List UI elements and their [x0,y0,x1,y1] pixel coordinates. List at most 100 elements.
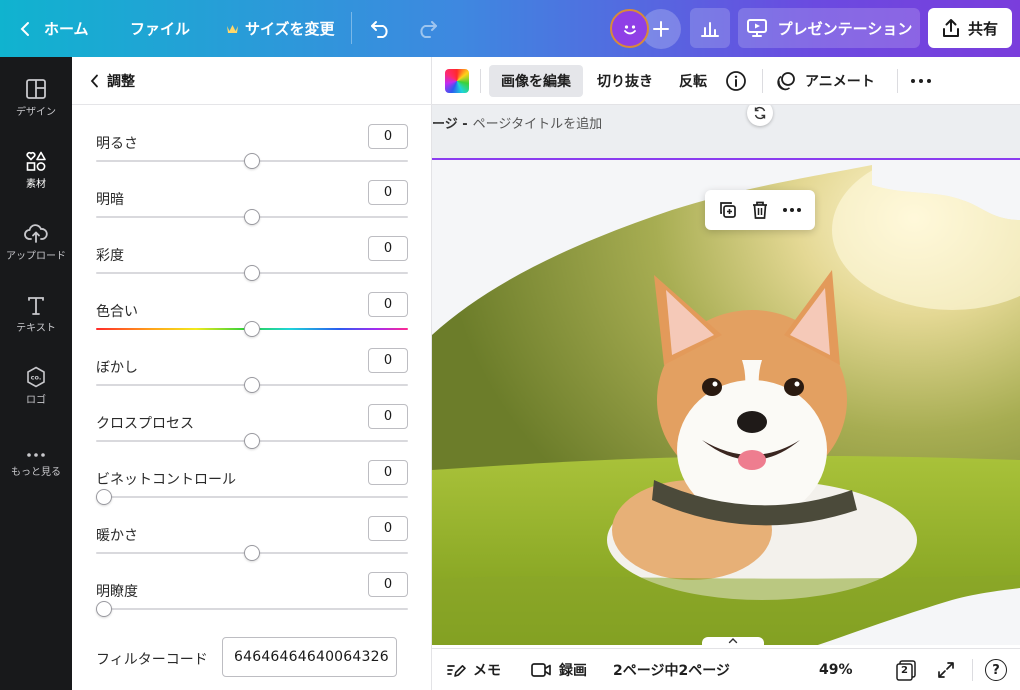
slider-thumb[interactable] [96,601,112,617]
slider-thumb[interactable] [244,209,260,225]
edit-image-button[interactable]: 画像を編集 [489,65,583,97]
adjust-label: 彩度 [96,248,124,264]
show-pages-tab[interactable] [702,637,764,647]
more-options-button[interactable] [910,65,932,97]
adjust-value-input[interactable]: 0 [368,516,408,541]
slider-thumb[interactable] [244,321,260,337]
divider [351,12,352,44]
notes-label: メモ [473,663,501,679]
present-label: プレゼンテーション [777,19,913,38]
info-icon [725,70,747,92]
element-context-menu [705,190,815,230]
rail-item-uploads[interactable]: アップロード [0,216,72,278]
design-page[interactable] [432,158,1020,645]
adjust-value-input[interactable]: 0 [368,180,408,205]
animate-button[interactable]: アニメート [776,65,875,97]
home-button[interactable]: ホーム [20,0,89,57]
slider-thumb[interactable] [244,377,260,393]
text-icon [26,288,46,316]
rail-item-more[interactable]: もっと見る [0,432,72,494]
corgi-photo[interactable] [432,160,1020,645]
divider [762,69,763,93]
pages-stack-icon: 2 [895,659,917,681]
adjust-clarity: 明瞭度 0 [96,572,408,637]
record-button[interactable]: 録画 [530,649,587,690]
page-grid-button[interactable]: 2 [895,649,917,690]
resize-button[interactable]: サイズを変更 [226,0,335,57]
adjust-value-input[interactable]: 0 [368,236,408,261]
duplicate-button[interactable] [718,200,738,220]
divider [897,69,898,93]
slider-thumb[interactable] [244,153,260,169]
filter-code-input[interactable]: 64646464640064326 [222,637,397,677]
insights-button[interactable] [690,8,730,48]
rail-label: デザイン [16,107,56,118]
adjust-value-input[interactable]: 0 [368,404,408,429]
rail-label: もっと見る [11,467,61,478]
zoom-level[interactable]: 49% [819,649,853,690]
top-bar: ホーム ファイル サイズを変更 プレゼンテーション 共有 [0,0,1020,57]
adjust-label: クロスプロセス [96,416,194,432]
rail-item-logo[interactable]: co. ロゴ [0,360,72,422]
adjust-value-input[interactable]: 0 [368,348,408,373]
more-horizontal-icon [782,207,802,213]
help-button[interactable]: ? [985,649,1007,690]
back-button[interactable] [90,74,99,88]
notes-button[interactable]: メモ [446,649,501,690]
adjust-saturation: 彩度 0 [96,236,408,301]
canvas-area: ージ - ページタイトルを追加 [432,105,1020,645]
more-horizontal-icon [910,78,932,84]
adjust-value-input[interactable]: 0 [368,460,408,485]
avatar[interactable] [610,9,649,48]
adjust-contrast: 明暗 0 [96,180,408,245]
rail-item-text[interactable]: テキスト [0,288,72,350]
presentation-icon [746,18,768,38]
adjust-value-input[interactable]: 0 [368,572,408,597]
undo-icon [370,20,392,38]
slider-track[interactable] [96,608,408,610]
file-menu-button[interactable]: ファイル [130,0,190,57]
crop-button[interactable]: 切り抜き [597,65,653,97]
adjust-value-input[interactable]: 0 [368,292,408,317]
adjust-label: 明るさ [96,136,138,152]
slider-thumb[interactable] [244,545,260,561]
info-button[interactable] [725,65,747,97]
panel-header: 調整 [72,57,432,105]
fullscreen-button[interactable] [936,649,956,690]
layout-icon [25,72,47,100]
page-label: ージ - [432,116,468,132]
trash-icon [751,200,769,220]
present-button[interactable]: プレゼンテーション [738,8,920,48]
adjust-label: 暖かさ [96,528,138,544]
divider [480,69,481,93]
adjust-cross-process: クロスプロセス 0 [96,404,408,469]
adjust-label: 明暗 [96,192,124,208]
rotate-icon [753,106,767,120]
chevron-left-icon [90,74,99,88]
rail-label: テキスト [16,323,56,334]
delete-button[interactable] [751,200,769,220]
rail-item-design[interactable]: デザイン [0,72,72,134]
animate-label: アニメート [805,74,875,90]
adjust-label: 色合い [96,304,138,320]
slider-thumb[interactable] [244,433,260,449]
page-title-input[interactable]: ページタイトルを追加 [473,113,602,132]
flip-button[interactable]: 反転 [679,65,707,97]
undo-button[interactable] [370,0,392,57]
more-options-button[interactable] [782,207,802,213]
rail-item-elements[interactable]: 素材 [0,144,72,206]
share-button[interactable]: 共有 [928,8,1012,48]
slider-thumb[interactable] [244,265,260,281]
bar-chart-icon [700,19,720,37]
adjust-vignette: ビネットコントロール 0 [96,460,408,525]
svg-text:co.: co. [31,374,42,382]
slider-thumb[interactable] [96,489,112,505]
redo-button[interactable] [416,0,438,57]
slider-track[interactable] [96,496,408,498]
color-picker-swatch[interactable] [445,69,469,93]
animate-icon [776,71,796,91]
share-label: 共有 [967,19,998,38]
adjust-value-input[interactable]: 0 [368,124,408,149]
help-circle-icon: ? [985,659,1007,681]
chevron-left-icon [20,21,30,37]
